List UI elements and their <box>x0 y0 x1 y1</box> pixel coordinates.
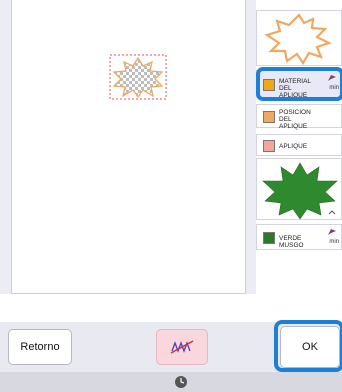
thread-item-position[interactable]: POSICION DEL APLIQUE <box>256 104 342 130</box>
status-bar <box>0 372 342 392</box>
thread-label: POSICION DEL APLIQUE <box>279 109 311 130</box>
applique-piece-preview <box>109 54 167 100</box>
leaf-design-icon <box>262 162 338 220</box>
applique-outline-icon <box>264 13 332 66</box>
thread-list-panel[interactable]: MATERIAL DEL APLIQUE min POSICION DEL AP… <box>256 0 342 294</box>
thread-label: MATERIAL DEL APLIQUE <box>279 78 311 99</box>
thread-label: VERDE MUSGO <box>279 235 304 249</box>
no-stitch-button[interactable] <box>156 329 208 365</box>
thread-color-swatch <box>263 111 275 123</box>
separator-strip <box>0 294 342 322</box>
thread-item-applique[interactable]: APLIQUE <box>256 134 342 156</box>
stitch-flag-icon <box>328 229 336 235</box>
bottom-toolbar: Retorno OK <box>0 322 342 372</box>
thread-color-swatch <box>263 79 275 91</box>
applique-outline-thumbnail <box>256 10 342 66</box>
embroidery-preview <box>11 0 246 294</box>
thread-color-swatch <box>263 140 275 152</box>
thread-time: min <box>329 239 339 245</box>
ok-button[interactable]: OK <box>280 326 340 368</box>
green-leaf-thumbnail <box>256 158 342 220</box>
stitch-flag-icon <box>328 75 336 81</box>
thread-label: APLIQUE <box>279 143 308 150</box>
thread-color-swatch <box>263 232 275 244</box>
clock-icon <box>175 376 187 388</box>
back-button[interactable]: Retorno <box>8 329 72 365</box>
no-stitch-icon <box>170 340 194 354</box>
thread-time: min <box>329 85 339 91</box>
thread-item-verde-musgo[interactable]: VERDE MUSGO min <box>256 224 342 250</box>
thread-item-material[interactable]: MATERIAL DEL APLIQUE min <box>256 70 342 99</box>
